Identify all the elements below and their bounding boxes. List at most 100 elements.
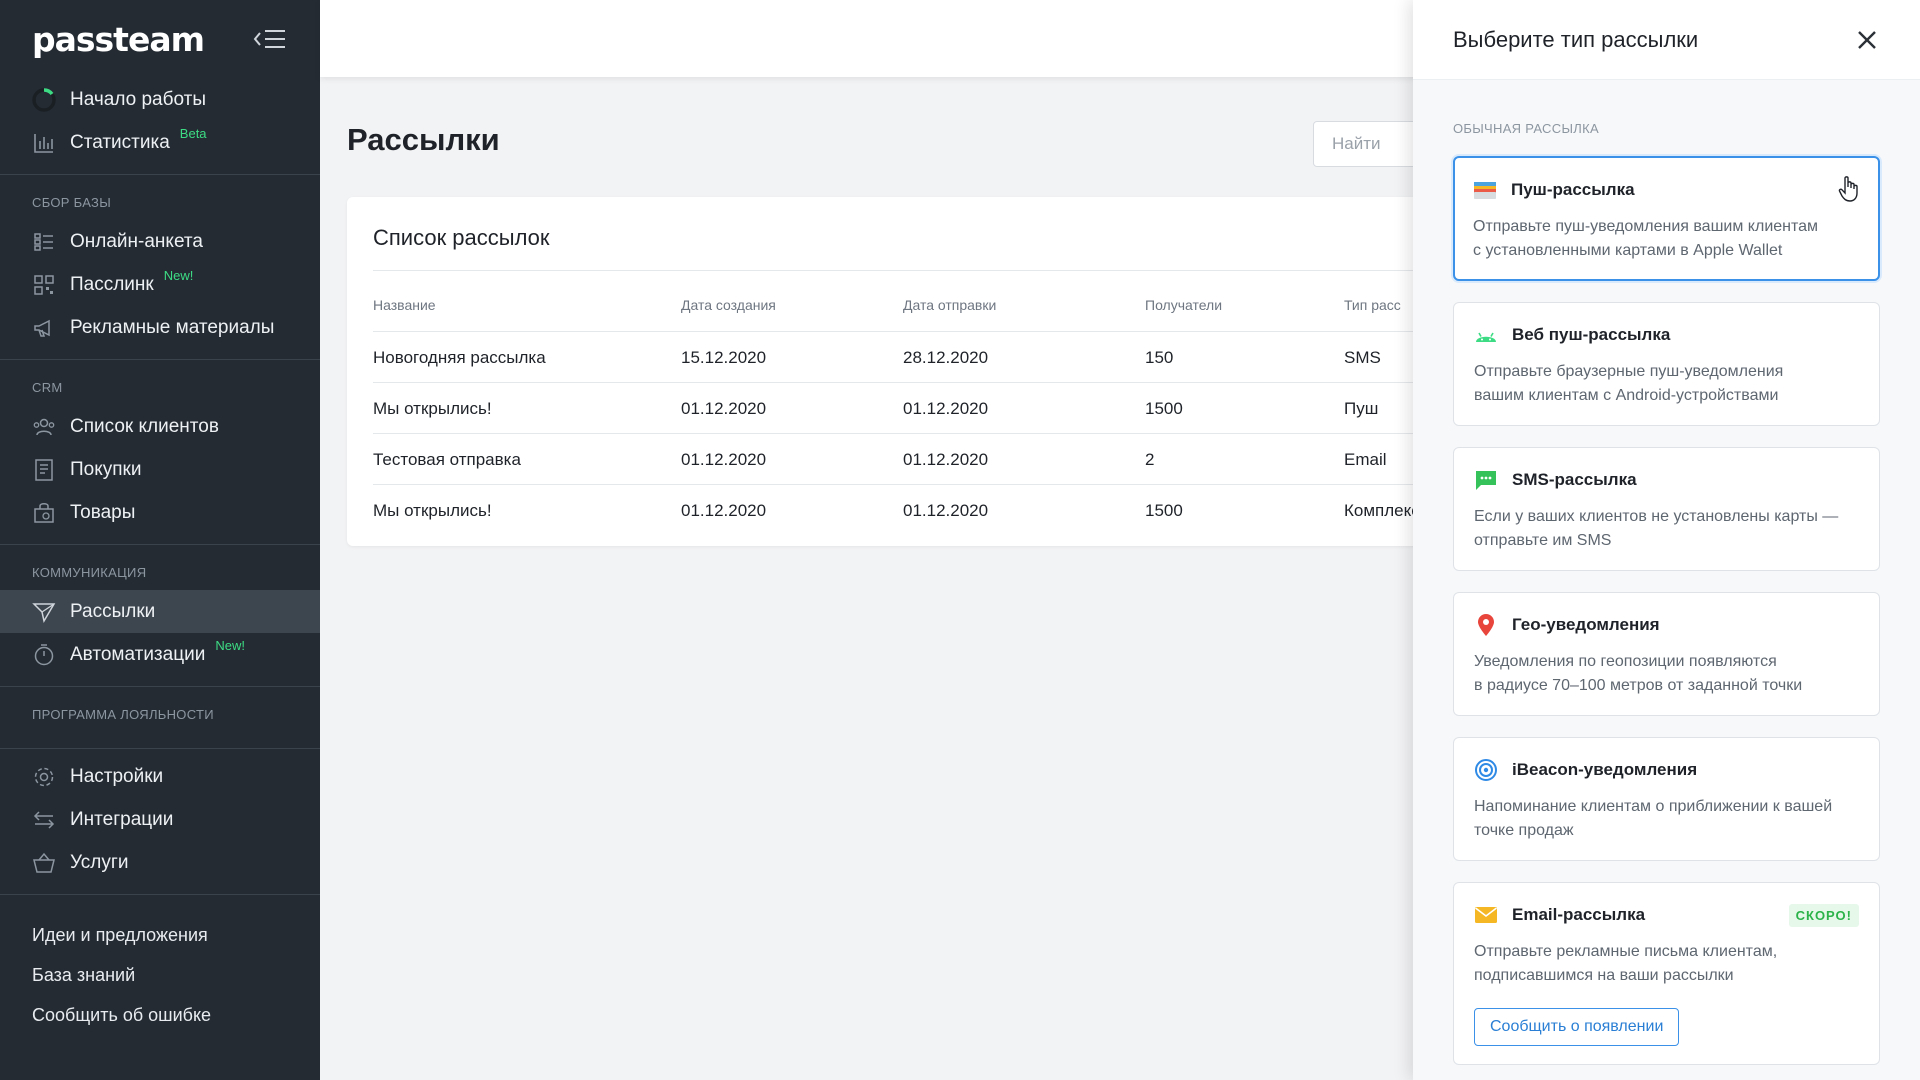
column-header-sent[interactable]: Дата отправки: [903, 297, 996, 313]
cell-type: Email: [1344, 450, 1387, 469]
option-description-line: Если у ваших клиентов не установлены кар…: [1474, 508, 1839, 525]
section-title: Программа лояльности: [32, 707, 214, 722]
sidebar-item-mailings[interactable]: Рассылки: [0, 590, 320, 633]
sidebar-item-purchases[interactable]: Покупки: [0, 448, 320, 491]
mailing-type-panel: Выберите тип рассылки Обычная рассылка П…: [1413, 0, 1920, 1080]
sidebar-item-label: Пасслинк: [70, 273, 154, 295]
sidebar-item-passlink[interactable]: Пасслинк New!: [0, 263, 320, 306]
hand-cursor-icon: [1838, 176, 1858, 202]
nav-section-crm: CRM Список клиентов Покупки Товары: [0, 360, 320, 545]
sidebar-item-promo-materials[interactable]: Рекламные материалы: [0, 306, 320, 349]
table-row[interactable]: Тестовая отправка 01.12.2020 01.12.2020 …: [373, 433, 1447, 484]
location-pin-icon: [1478, 614, 1494, 636]
users-icon: [33, 418, 55, 435]
option-description-line: вашим клиентам с Android-устройствами: [1474, 387, 1779, 404]
basket-icon: [33, 852, 55, 873]
cell-name: Мы открылись!: [373, 501, 492, 520]
option-title: Email-рассылка: [1512, 905, 1646, 924]
knowledge-base-link[interactable]: База знаний: [0, 955, 320, 995]
ideas-link[interactable]: Идеи и предложения: [0, 915, 320, 955]
section-title: CRM: [32, 380, 63, 395]
option-description: Отправьте рекламные письма клиентам, под…: [1474, 940, 1859, 988]
android-icon: [1476, 332, 1496, 342]
column-header-recipients[interactable]: Получатели: [1145, 297, 1222, 313]
gear-icon: [34, 767, 54, 786]
option-description: Уведомления по геопозиции появляются в р…: [1474, 650, 1859, 698]
logo-row: passteam: [0, 0, 320, 78]
sidebar-item-services[interactable]: Услуги: [0, 841, 320, 884]
wallet-icon: [1474, 182, 1496, 199]
cell-type: Пуш: [1344, 399, 1379, 418]
option-push[interactable]: Пуш-рассылка Отправьте пуш-уведомления в…: [1453, 156, 1880, 281]
qr-icon: [34, 274, 54, 295]
close-icon: [1858, 30, 1876, 49]
logo[interactable]: passteam: [32, 20, 205, 59]
panel-header: Выберите тип рассылки: [1413, 0, 1920, 80]
notify-me-button[interactable]: Сообщить о появлении: [1474, 1008, 1680, 1046]
sidebar-item-getting-started[interactable]: Начало работы: [0, 78, 320, 121]
sidebar-item-automations[interactable]: Автоматизации New!: [0, 633, 320, 676]
option-description-line: в радиусе 70–100 метров от заданной точк…: [1474, 677, 1803, 694]
collapse-sidebar-icon[interactable]: [252, 26, 288, 52]
cell-recipients: 2: [1145, 450, 1155, 469]
envelope-icon: [1475, 907, 1497, 923]
sidebar: passteam Начало работы Статистика Beta С…: [0, 0, 320, 1080]
table-row[interactable]: Мы открылись! 01.12.2020 01.12.2020 1500…: [373, 484, 1447, 535]
table-row[interactable]: Новогодняя рассылка 15.12.2020 28.12.202…: [373, 331, 1447, 382]
sidebar-item-label: Рассылки: [70, 600, 156, 622]
column-header-name[interactable]: Название: [373, 297, 436, 313]
option-title: Веб пуш-рассылка: [1512, 325, 1671, 344]
cell-recipients: 1500: [1145, 501, 1183, 520]
option-header: iBeacon-уведомления: [1474, 758, 1859, 782]
option-description: Если у ваших клиентов не установлены кар…: [1474, 505, 1859, 553]
sidebar-item-integrations[interactable]: Интеграции: [0, 798, 320, 841]
page-title: Рассылки: [347, 122, 500, 157]
cell-recipients: 1500: [1145, 399, 1183, 418]
option-web-push[interactable]: Веб пуш-рассылка Отправьте браузерные пу…: [1453, 302, 1880, 426]
close-button[interactable]: [1854, 27, 1880, 53]
sidebar-item-label: Покупки: [70, 458, 142, 480]
option-sms[interactable]: SMS-рассылка Если у ваших клиентов не ус…: [1453, 447, 1880, 571]
sidebar-item-label: Список клиентов: [70, 415, 219, 437]
send-icon: [32, 602, 56, 623]
mailings-card: Список рассылок Название Дата создания Д…: [347, 197, 1447, 546]
sidebar-item-products[interactable]: Товары: [0, 491, 320, 534]
sidebar-item-label: Настройки: [70, 765, 164, 787]
receipt-icon: [35, 458, 53, 481]
sidebar-item-online-form[interactable]: Онлайн-анкета: [0, 220, 320, 263]
table-row[interactable]: Мы открылись! 01.12.2020 01.12.2020 1500…: [373, 382, 1447, 433]
option-header: Пуш-рассылка: [1473, 178, 1860, 202]
cell-created: 15.12.2020: [681, 348, 767, 367]
option-description-line: с установленными картами в Apple Wallet: [1473, 242, 1783, 259]
nav-section-collect: Сбор базы Онлайн-анкета Пасслинк New!: [0, 175, 320, 360]
cell-type: SMS: [1344, 348, 1381, 367]
section-title: Сбор базы: [32, 195, 111, 210]
option-email[interactable]: Email-рассылка Скоро! Отправьте рекламны…: [1453, 882, 1880, 1065]
swap-icon: [33, 810, 55, 829]
nav-section-bottom: Настройки Интеграции Услуги: [0, 749, 320, 895]
sms-icon: [1476, 471, 1496, 490]
beacon-icon: [1475, 759, 1497, 781]
cell-created: 01.12.2020: [681, 501, 767, 520]
cell-sent: 28.12.2020: [903, 348, 989, 367]
sidebar-item-label: Статистика: [70, 131, 170, 153]
option-description-line: Уведомления по геопозиции появляются: [1474, 653, 1777, 670]
chart-icon: [34, 133, 53, 153]
option-description-line: точке продаж: [1474, 822, 1574, 839]
column-header-type[interactable]: Тип расс: [1344, 297, 1401, 313]
sidebar-item-label: Товары: [70, 501, 136, 523]
option-geo[interactable]: Гео-уведомления Уведомления по геопозици…: [1453, 592, 1880, 716]
panel-section-title: Обычная рассылка: [1453, 121, 1599, 136]
cell-name: Новогодняя рассылка: [373, 348, 546, 367]
option-title: iBeacon-уведомления: [1512, 760, 1698, 779]
cell-type: Комплекс: [1344, 501, 1420, 520]
column-header-created[interactable]: Дата создания: [681, 297, 776, 313]
report-bug-link[interactable]: Сообщить об ошибке: [0, 995, 320, 1035]
option-ibeacon[interactable]: iBeacon-уведомления Напоминание клиентам…: [1453, 737, 1880, 861]
option-description-line: Напоминание клиентам о приближении к ваш…: [1474, 798, 1833, 815]
sidebar-item-statistics[interactable]: Статистика Beta: [0, 121, 320, 164]
option-description-line: Отправьте пуш-уведомления вашим клиентам: [1473, 218, 1819, 235]
sidebar-item-label: Начало работы: [70, 88, 207, 110]
sidebar-item-settings[interactable]: Настройки: [0, 755, 320, 798]
sidebar-item-clients[interactable]: Список клиентов: [0, 405, 320, 448]
